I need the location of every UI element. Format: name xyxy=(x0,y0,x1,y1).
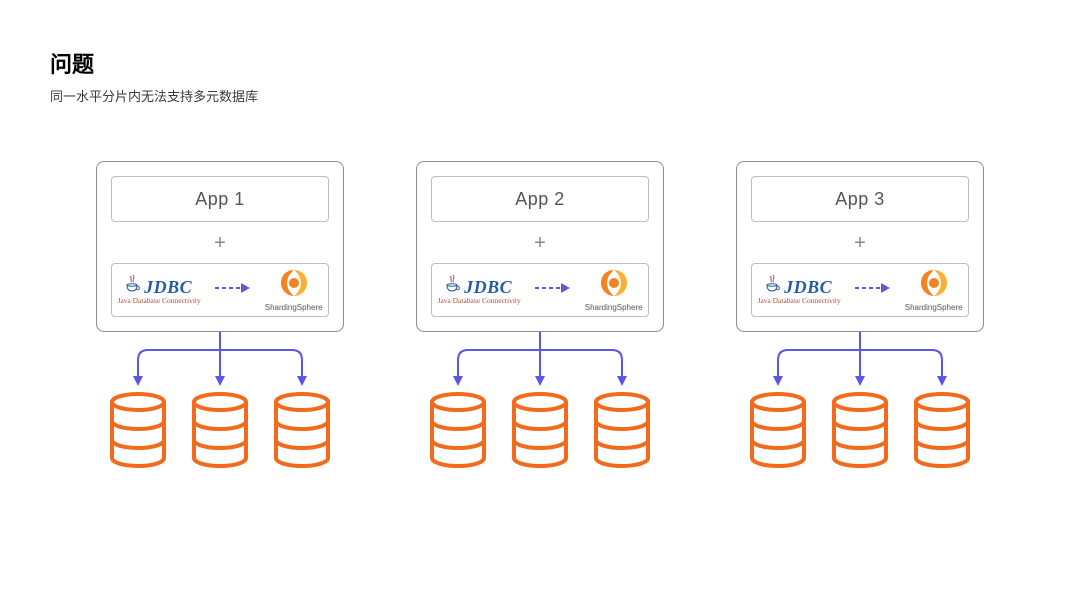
driver-box: JDBC Java Database Connectivity xyxy=(751,263,969,317)
database-icon xyxy=(510,392,570,473)
database-icon xyxy=(830,392,890,473)
jdbc-tagline: Java Database Connectivity xyxy=(437,297,520,305)
app-label: App 3 xyxy=(835,189,885,210)
shardingsphere-logo: ShardingSphere xyxy=(265,268,323,312)
fanout-arrows xyxy=(96,332,344,392)
fanout-arrows xyxy=(416,332,664,392)
jdbc-acronym: JDBC xyxy=(464,278,512,296)
database-icon xyxy=(108,392,168,473)
app-label-box: App 1 xyxy=(111,176,329,222)
java-cup-icon xyxy=(766,275,780,297)
shardingsphere-logo: ShardingSphere xyxy=(585,268,643,312)
sphere-icon xyxy=(919,268,949,302)
database-icon xyxy=(428,392,488,473)
unit-2: App 2 + xyxy=(400,161,680,473)
fanout-arrows xyxy=(736,332,984,392)
dashed-arrow-icon xyxy=(535,281,571,299)
sphere-label: ShardingSphere xyxy=(265,304,323,312)
sphere-label: ShardingSphere xyxy=(585,304,643,312)
dashed-arrow-icon xyxy=(215,281,251,299)
plus-icon: + xyxy=(431,232,649,255)
database-icon xyxy=(748,392,808,473)
sphere-label: ShardingSphere xyxy=(905,304,963,312)
jdbc-logo: JDBC Java Database Connectivity xyxy=(117,275,200,305)
app-label: App 2 xyxy=(515,189,565,210)
page-subtitle: 同一水平分片内无法支持多元数据库 xyxy=(50,90,1030,103)
slide: 问题 同一水平分片内无法支持多元数据库 App 1 + xyxy=(0,0,1080,607)
sphere-icon xyxy=(599,268,629,302)
app-label: App 1 xyxy=(195,189,245,210)
unit-3: App 3 + xyxy=(720,161,1000,473)
jdbc-tagline: Java Database Connectivity xyxy=(757,297,840,305)
dashed-arrow-icon xyxy=(855,281,891,299)
driver-box: JDBC Java Database Connectivity xyxy=(431,263,649,317)
plus-icon: + xyxy=(111,232,329,255)
driver-box: JDBC Java Database Connectivity xyxy=(111,263,329,317)
app-card: App 2 + xyxy=(416,161,664,332)
units-row: App 1 + xyxy=(50,161,1030,473)
database-icon xyxy=(592,392,652,473)
db-row xyxy=(108,392,332,473)
database-icon xyxy=(272,392,332,473)
app-card: App 1 + xyxy=(96,161,344,332)
jdbc-acronym: JDBC xyxy=(784,278,832,296)
db-row xyxy=(748,392,972,473)
app-label-box: App 3 xyxy=(751,176,969,222)
shardingsphere-logo: ShardingSphere xyxy=(905,268,963,312)
db-row xyxy=(428,392,652,473)
database-icon xyxy=(190,392,250,473)
jdbc-logo: JDBC Java Database Connectivity xyxy=(757,275,840,305)
page-title: 问题 xyxy=(50,54,1030,76)
jdbc-acronym: JDBC xyxy=(144,278,192,296)
jdbc-logo: JDBC Java Database Connectivity xyxy=(437,275,520,305)
app-card: App 3 + xyxy=(736,161,984,332)
java-cup-icon xyxy=(446,275,460,297)
plus-icon: + xyxy=(751,232,969,255)
jdbc-tagline: Java Database Connectivity xyxy=(117,297,200,305)
app-label-box: App 2 xyxy=(431,176,649,222)
unit-1: App 1 + xyxy=(80,161,360,473)
database-icon xyxy=(912,392,972,473)
sphere-icon xyxy=(279,268,309,302)
java-cup-icon xyxy=(126,275,140,297)
